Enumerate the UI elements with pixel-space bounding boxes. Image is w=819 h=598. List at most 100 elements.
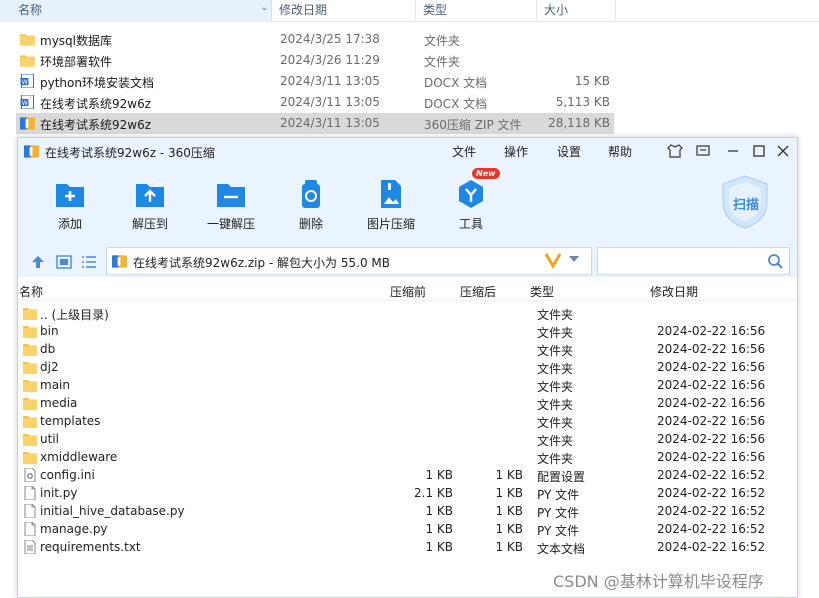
feedback-icon[interactable]	[693, 141, 713, 161]
word-doc-icon: W	[20, 95, 34, 109]
item-name: xmiddleware	[40, 450, 118, 464]
column-name[interactable]: 名称	[0, 0, 272, 22]
menu-operation[interactable]: 操作	[504, 143, 528, 160]
file-type: 360压缩 ZIP 文件	[424, 118, 522, 132]
folder-icon	[23, 416, 37, 428]
column-before[interactable]: 压缩前	[390, 283, 426, 300]
folder-icon	[23, 326, 37, 338]
add-button[interactable]: 添加	[35, 175, 105, 235]
list-item[interactable]: requirements.txt 1 KB 1 KB 文本文档 2024-02-22 1…	[18, 538, 797, 556]
list-item[interactable]: util 文件夹 2024-02-22 16:56	[18, 430, 797, 448]
image-compress-icon	[381, 180, 401, 208]
list-item[interactable]: dj2 文件夹 2024-02-22 16:56	[18, 358, 797, 376]
list-item[interactable]: config.ini 1 KB 1 KB 配置设置 2024-02-22 16:52	[18, 466, 797, 484]
svg-text:W: W	[22, 100, 28, 107]
column-after[interactable]: 压缩后	[460, 283, 496, 300]
list-item[interactable]: media 文件夹 2024-02-22 16:56	[18, 394, 797, 412]
explorer-row-selected[interactable]: 在线考试系统92w6z 2024/3/11 13:05 360压缩 ZIP 文件…	[16, 113, 614, 134]
list-item[interactable]: main 文件夹 2024-02-22 16:56	[18, 376, 797, 394]
item-size-before: 1 KB	[425, 522, 453, 536]
skin-shirt-icon[interactable]	[665, 141, 685, 161]
column-name[interactable]: 名称	[19, 283, 43, 300]
folder-icon	[20, 55, 35, 67]
list-item[interactable]: db 文件夹 2024-02-22 16:56	[18, 340, 797, 358]
search-icon[interactable]	[767, 253, 783, 269]
one-click-extract-icon	[217, 184, 245, 207]
tools-button[interactable]: 工具	[436, 175, 506, 235]
folder-icon	[23, 308, 37, 320]
menu-help[interactable]: 帮助	[608, 143, 632, 160]
folder-icon	[23, 434, 37, 446]
image-compress-label: 图片压缩	[366, 217, 415, 231]
file-icon	[24, 522, 36, 536]
menu-file[interactable]: 文件	[452, 143, 476, 160]
column-date[interactable]: 修改日期	[273, 0, 416, 22]
column-type[interactable]: 类型	[417, 0, 537, 22]
image-compress-button[interactable]: 图片压缩	[356, 175, 426, 235]
explorer-row[interactable]: W python环境安装文档 2024/3/11 13:05 DOCX 文档 1…	[16, 71, 614, 92]
item-type: 文件夹	[537, 416, 574, 430]
file-date: 2024/3/11 13:05	[280, 74, 380, 88]
list-item[interactable]: bin 文件夹 2024-02-22 16:56	[18, 322, 797, 340]
address-field[interactable]: 在线考试系统92w6z.zip - 解包大小为 55.0 MB	[106, 247, 592, 275]
item-date: 2024-02-22 16:52	[657, 522, 766, 536]
file-size: 28,118 KB	[548, 116, 610, 130]
file-date: 2024/3/11 13:05	[280, 95, 380, 109]
archive-window: 在线考试系统92w6z - 360压缩 文件 操作 设置 帮助 添加 解压到 一…	[17, 137, 798, 598]
item-type: 文件夹	[537, 398, 574, 412]
item-name: .. (上级目录)	[40, 308, 109, 322]
chevron-down-icon[interactable]	[569, 256, 579, 262]
item-date: 2024-02-22 16:56	[657, 432, 766, 446]
column-type[interactable]: 类型	[530, 283, 554, 300]
scan-button[interactable]: 扫描	[720, 174, 770, 230]
recycle-bin-icon	[302, 180, 320, 208]
delete-button[interactable]: 删除	[276, 175, 346, 235]
folder-icon	[23, 398, 37, 410]
item-date: 2024-02-22 16:56	[657, 324, 766, 338]
view-toggle-icon[interactable]	[56, 255, 72, 269]
search-input[interactable]	[597, 247, 790, 275]
list-item[interactable]: .. (上级目录) 文件夹	[18, 304, 797, 322]
file-name: mysql数据库	[40, 34, 112, 48]
file-name: 在线考试系统92w6z	[40, 118, 152, 132]
item-size-before: 1 KB	[425, 468, 453, 482]
maximize-icon[interactable]	[749, 141, 769, 161]
item-type: 文件夹	[537, 326, 574, 340]
list-item[interactable]: init.py 2.1 KB 1 KB PY 文件 2024-02-22 16:52	[18, 484, 797, 502]
file-date: 2024/3/11 13:05	[280, 116, 380, 130]
add-folder-icon	[56, 184, 84, 207]
column-size[interactable]: 大小	[538, 0, 616, 22]
chevron-down-icon[interactable]: ⌄	[260, 2, 268, 13]
item-name: initial_hive_database.py	[40, 504, 185, 518]
item-name: manage.py	[40, 522, 108, 536]
minimize-icon[interactable]	[723, 141, 743, 161]
item-name: templates	[40, 414, 101, 428]
up-arrow-icon[interactable]	[30, 255, 46, 269]
folder-icon	[23, 452, 37, 464]
v-logo-icon[interactable]	[544, 251, 562, 269]
explorer-row[interactable]: W 在线考试系统92w6z 2024/3/11 13:05 DOCX 文档 5,…	[16, 92, 614, 113]
close-icon[interactable]	[773, 141, 793, 161]
column-date[interactable]: 修改日期	[650, 283, 698, 300]
explorer-row[interactable]: mysql数据库 2024/3/25 17:38 文件夹	[16, 29, 614, 50]
item-size-after: 1 KB	[495, 486, 523, 500]
window-titlebar[interactable]: 在线考试系统92w6z - 360压缩 文件 操作 设置 帮助	[18, 138, 797, 165]
folder-icon	[23, 380, 37, 392]
item-date: 2024-02-22 16:56	[657, 360, 766, 374]
one-click-extract-button[interactable]: 一键解压	[196, 175, 266, 235]
explorer-row[interactable]: 环境部署软件 2024/3/26 11:29 文件夹	[16, 50, 614, 71]
item-date: 2024-02-22 16:52	[657, 486, 766, 500]
list-item[interactable]: xmiddleware 文件夹 2024-02-22 16:56	[18, 448, 797, 466]
item-date: 2024-02-22 16:56	[657, 396, 766, 410]
file-type: DOCX 文档	[424, 76, 488, 90]
list-item[interactable]: initial_hive_database.py 1 KB 1 KB PY 文件 202…	[18, 502, 797, 520]
window-title: 在线考试系统92w6z - 360压缩	[45, 146, 215, 160]
extract-to-button[interactable]: 解压到	[115, 175, 185, 235]
list-item[interactable]: manage.py 1 KB 1 KB PY 文件 2024-02-22 16:52	[18, 520, 797, 538]
item-date: 2024-02-22 16:56	[657, 414, 766, 428]
tools-label: 工具	[458, 217, 483, 231]
item-name: util	[40, 432, 59, 446]
list-view-icon[interactable]	[81, 255, 97, 269]
list-item[interactable]: templates 文件夹 2024-02-22 16:56	[18, 412, 797, 430]
menu-settings[interactable]: 设置	[557, 143, 581, 160]
